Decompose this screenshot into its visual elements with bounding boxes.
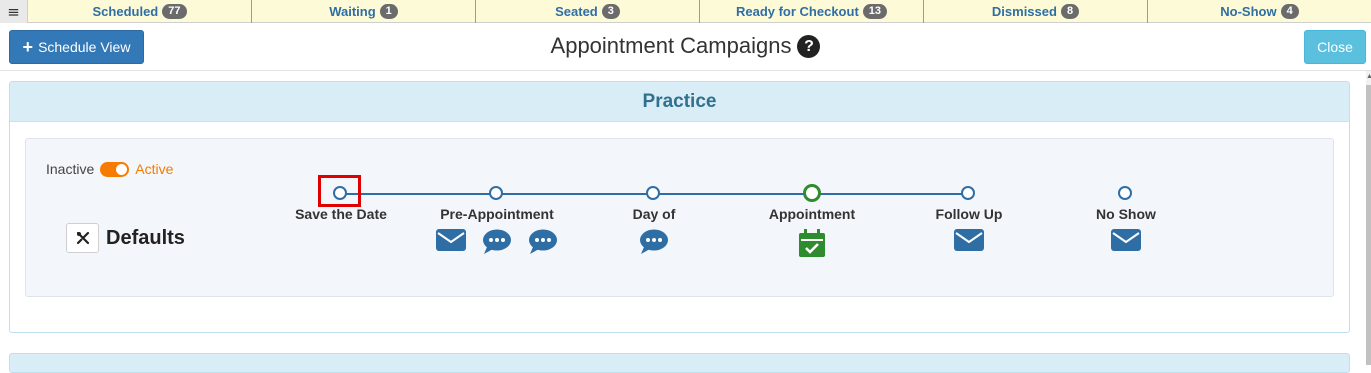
chat-icon[interactable] [639,229,669,260]
timeline-node-appointment[interactable] [803,184,821,202]
count-badge: 3 [601,4,620,19]
tab-no-show[interactable]: No-Show 4 [1148,0,1371,23]
campaign-row: Inactive Active Defaults Save the Date P… [25,138,1334,297]
tab-dismissed[interactable]: Dismissed 8 [924,0,1148,23]
tab-label: Waiting [329,4,376,19]
campaign-timeline: Save the Date Pre-Appointment Day of App… [26,139,1335,298]
tab-label: Dismissed [991,4,1057,19]
stage-label-no-show: No Show [1096,206,1156,222]
no-show-icons [1111,229,1141,256]
calendar-check-icon[interactable] [799,229,825,262]
count-badge: 4 [1280,4,1299,19]
close-button[interactable]: Close [1304,30,1366,64]
timeline-node-day-of[interactable] [646,186,660,200]
appointment-icons [799,229,825,262]
page-header: + Schedule View Appointment Campaigns? C… [0,23,1371,71]
help-icon[interactable]: ? [797,35,821,58]
count-badge: 8 [1060,4,1080,19]
timeline-node-follow-up[interactable] [961,186,975,200]
tab-label: Ready for Checkout [735,4,859,19]
pre-appointment-icons [435,229,559,260]
hamburger-menu-icon[interactable]: ≡ [0,0,28,23]
scrollbar-thumb[interactable] [1366,85,1371,365]
day-of-icons [639,229,669,260]
practice-heading: Practice [10,82,1349,122]
highlight-box [318,175,361,207]
page-title-text: Appointment Campaigns [550,33,792,58]
envelope-icon[interactable] [1111,229,1141,256]
next-panel-header [9,353,1350,373]
status-tab-bar: ≡ Scheduled 77 Waiting 1 Seated 3 Ready … [0,0,1371,23]
tab-ready-for-checkout[interactable]: Ready for Checkout 13 [700,0,924,23]
tab-label: No-Show [1220,4,1277,19]
count-badge: 1 [379,4,398,19]
tab-label: Scheduled [92,4,159,19]
tab-scheduled[interactable]: Scheduled 77 [28,0,252,23]
page-title: Appointment Campaigns? [0,33,1371,59]
timeline-node-pre-appointment[interactable] [489,186,503,200]
tab-waiting[interactable]: Waiting 1 [252,0,476,23]
count-badge: 13 [862,4,888,19]
envelope-icon[interactable] [436,229,466,260]
count-badge: 77 [162,4,187,19]
stage-label-appointment: Appointment [768,206,856,222]
stage-label-save-the-date: Save the Date [295,206,387,222]
scroll-up-arrow-icon[interactable]: ▲ [1366,73,1371,80]
stage-label-day-of: Day of [632,206,676,222]
practice-panel: Practice Inactive Active Defaults Save t [9,81,1350,333]
follow-up-icons [954,229,984,256]
envelope-icon[interactable] [954,229,984,256]
chat-icon[interactable] [482,229,512,260]
tab-label: Seated [555,4,598,19]
stage-label-follow-up: Follow Up [935,206,1003,222]
vertical-scrollbar[interactable]: ▲ [1366,71,1371,365]
timeline-node-no-show[interactable] [1118,186,1132,200]
stage-label-pre-appointment: Pre-Appointment [440,206,554,222]
chat-icon[interactable] [528,229,558,260]
tab-seated[interactable]: Seated 3 [476,0,700,23]
